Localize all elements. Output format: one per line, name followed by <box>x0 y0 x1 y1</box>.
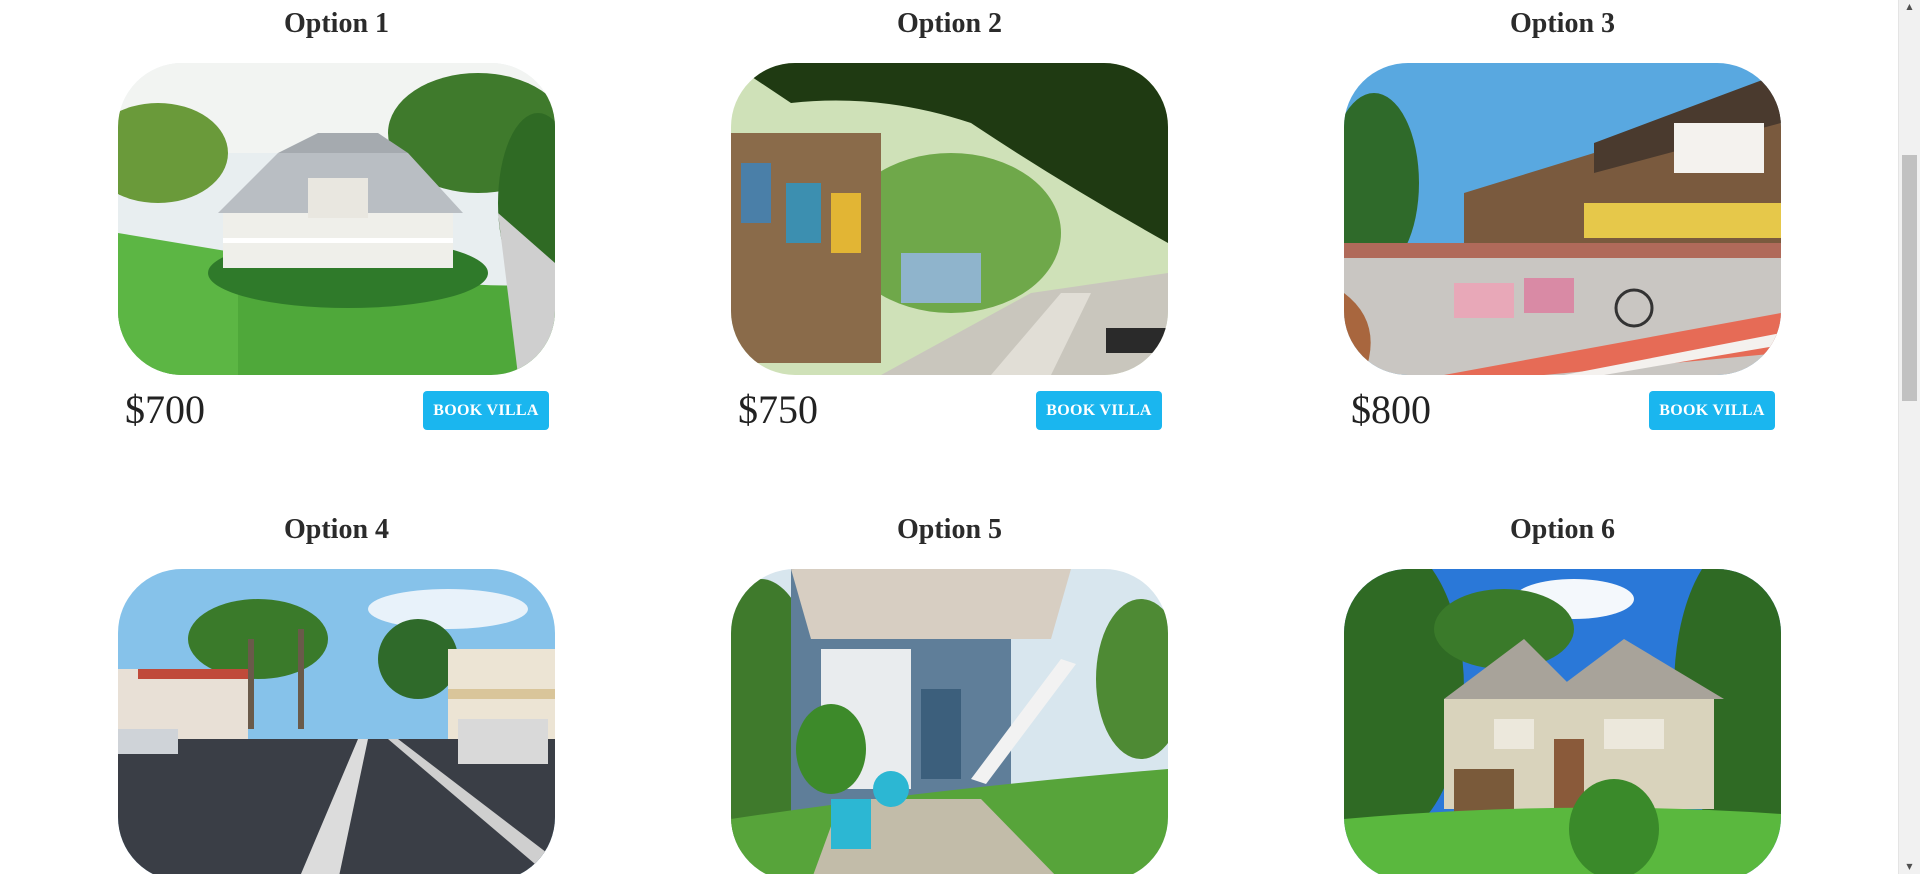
villa-options-page: Option 1 $700 BOOK VILLA Option 2 $750 B… <box>0 0 1920 874</box>
villa-title: Option 5 <box>896 514 1003 545</box>
villa-card-option-3: Option 3 $800 BOOK VILLA <box>1344 4 1781 432</box>
villa-card-option-4: Option 4 <box>118 510 555 874</box>
scroll-down-icon[interactable]: ▼ <box>1899 860 1920 874</box>
book-villa-button[interactable]: BOOK VILLA <box>1036 391 1162 430</box>
villa-photo[interactable] <box>118 569 555 874</box>
villa-price: $800 <box>1351 387 1431 432</box>
scroll-up-icon[interactable]: ▲ <box>1899 0 1920 14</box>
villa-card-option-5: Option 5 <box>731 510 1168 874</box>
villa-photo[interactable] <box>1344 569 1781 874</box>
villa-price: $700 <box>125 387 205 432</box>
villa-photo[interactable] <box>731 63 1168 375</box>
villa-title: Option 1 <box>283 8 390 39</box>
villa-card-option-1: Option 1 $700 BOOK VILLA <box>118 4 555 432</box>
villa-photo[interactable] <box>731 569 1168 874</box>
page-scrollbar[interactable]: ▲ ▼ <box>1898 0 1920 874</box>
villa-title: Option 6 <box>1509 514 1616 545</box>
villa-photo[interactable] <box>1344 63 1781 375</box>
book-villa-button[interactable]: BOOK VILLA <box>1649 391 1775 430</box>
villa-title: Option 4 <box>283 514 390 545</box>
villa-photo[interactable] <box>118 63 555 375</box>
scroll-thumb[interactable] <box>1902 155 1917 401</box>
book-villa-button[interactable]: BOOK VILLA <box>423 391 549 430</box>
villa-title: Option 3 <box>1509 8 1616 39</box>
villa-card-option-2: Option 2 $750 BOOK VILLA <box>731 4 1168 432</box>
villa-price: $750 <box>738 387 818 432</box>
villa-card-option-6: Option 6 <box>1344 510 1781 874</box>
villa-title: Option 2 <box>896 8 1003 39</box>
